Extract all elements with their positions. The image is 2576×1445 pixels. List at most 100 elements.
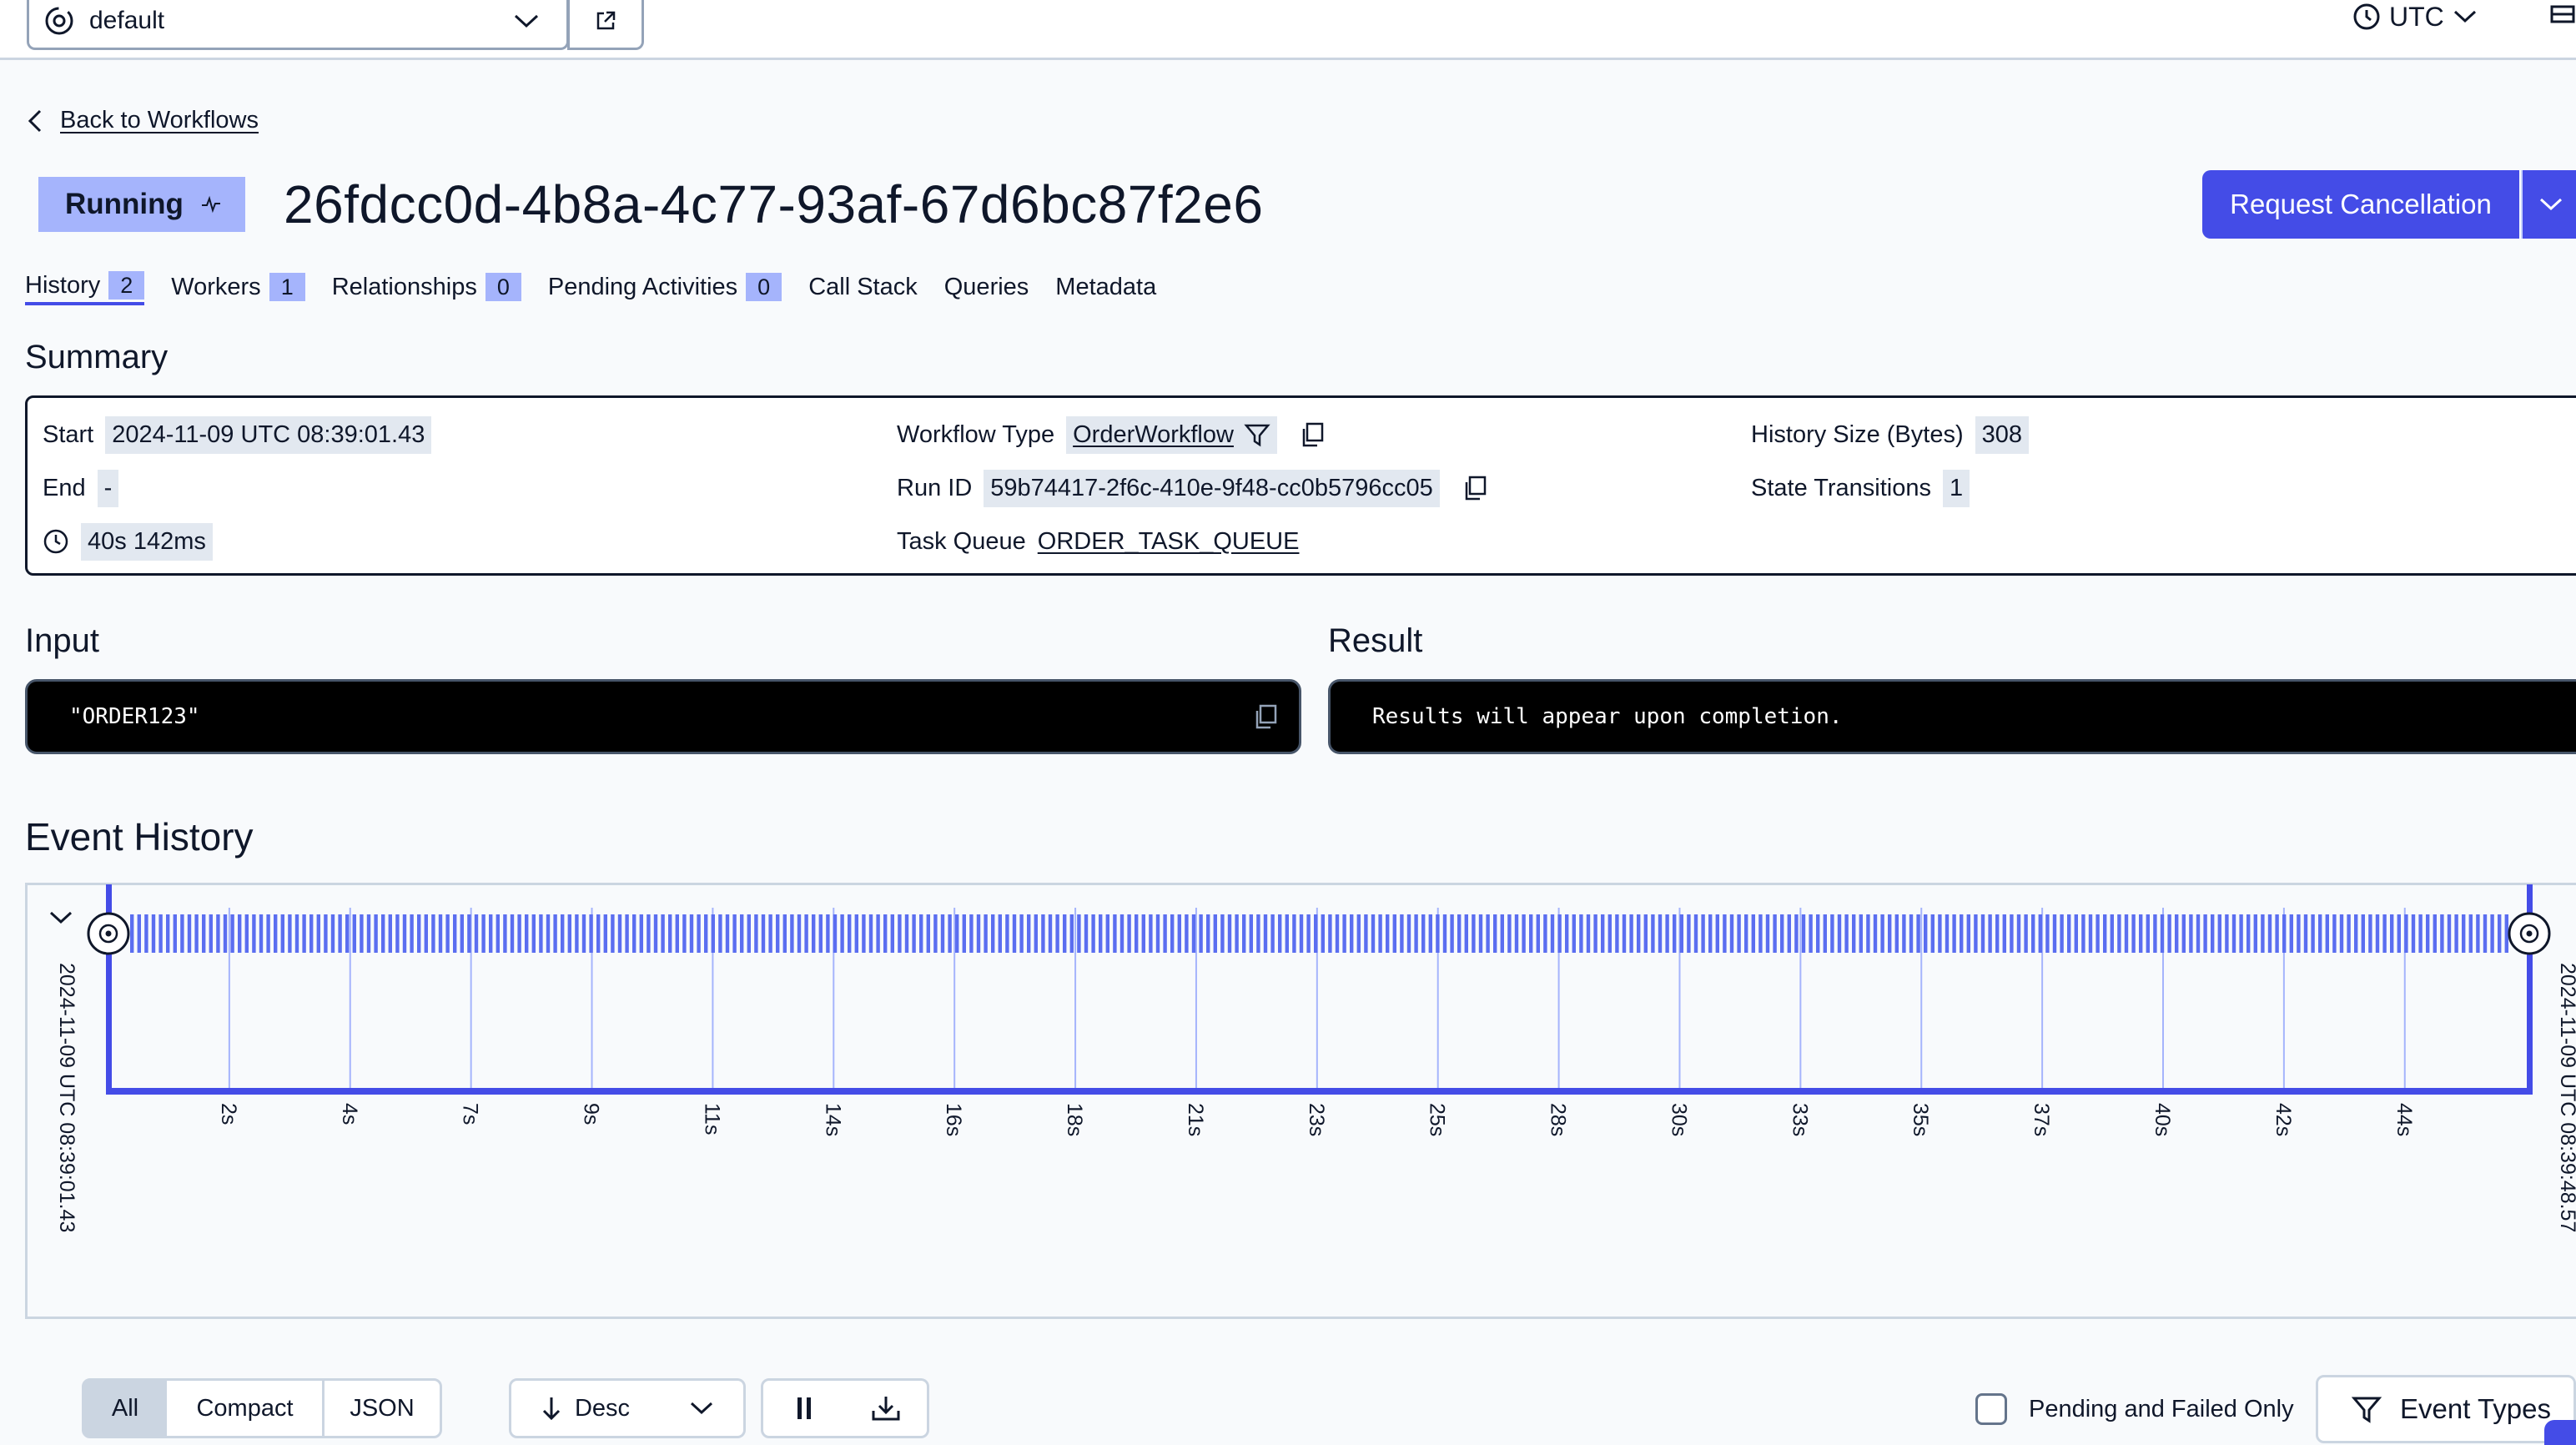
download-button[interactable] [844,1378,929,1438]
timeline-event-bar [1012,914,1017,953]
timeline-event-bar [933,914,938,953]
task-queue-link[interactable]: ORDER_TASK_QUEUE [1038,528,1300,556]
request-cancellation-button[interactable]: Request Cancellation [2202,170,2519,239]
timeline-event-bar [1529,914,1533,953]
sort-order-button[interactable]: Desc [509,1378,662,1438]
history-size-label: History Size (Bytes) [1751,420,1964,448]
event-types-button[interactable]: Event Types [2316,1375,2576,1443]
timeline-event-bar [1873,914,1878,953]
tab-metadata[interactable]: Metadata [1055,269,1156,305]
timeline-event-bar [330,914,335,953]
view-all-button[interactable]: All [82,1378,169,1438]
tab-queries[interactable]: Queries [944,269,1029,305]
timeline-event-bar [1350,914,1354,953]
tab-count-badge: 1 [269,273,305,301]
workflow-type-value[interactable]: OrderWorkflow [1073,421,1234,449]
timeline-event-bar [1328,914,1332,953]
back-to-workflows-link[interactable]: Back to Workflows [27,107,259,134]
timeline-event-bar [718,914,722,953]
layout-icon[interactable] [2549,2,2576,28]
timeline-event-bar [1299,914,1304,953]
view-compact-button[interactable]: Compact [167,1378,325,1438]
pending-failed-checkbox[interactable] [1975,1393,2007,1425]
filter-icon[interactable] [1244,421,1270,448]
timeline-event-bar [1127,914,1131,953]
timeline-event-bar [1780,914,1784,953]
timeline-event-bar [1557,914,1562,953]
timeline-event-bar [2476,914,2480,953]
timeline-event-bar [1894,914,1899,953]
timeline-event-bar [1687,914,1691,953]
task-queue-field: Task Queue ORDER_TASK_QUEUE [897,521,1299,561]
timeline-event-bar [194,914,199,953]
timeline-event-bar [417,914,421,953]
timeline-event-bar [2131,914,2136,953]
timeline-tick-label: 18s [1063,1103,1086,1136]
timeline-event-bar [2504,914,2508,953]
timeline-event-bar [804,914,808,953]
timeline-event-bar [2440,914,2444,953]
timeline-event-bar [596,914,601,953]
timeline-event-bar [2246,914,2251,953]
timeline-event-bar [1758,914,1763,953]
input-code-block: "ORDER123" [25,679,1301,754]
workflow-type-filter[interactable]: OrderWorkflow [1066,415,1277,454]
timeline-divider [25,1317,2576,1319]
tab-call-stack[interactable]: Call Stack [808,269,918,305]
sort-options-button[interactable] [659,1378,746,1438]
timeline-event-bar [2498,914,2502,953]
timeline-event-bar [1830,914,1834,953]
pause-button[interactable] [761,1378,848,1438]
timeline-event-bar [180,914,184,953]
timeline-event-bar [1321,914,1325,953]
run-id-field: Run ID 59b74417-2f6c-410e-9f48-cc0b5796c… [897,468,1488,508]
timeline-event-bar [883,914,888,953]
copy-icon[interactable] [1462,475,1488,501]
view-json-button[interactable]: JSON [322,1378,442,1438]
timezone-select[interactable]: UTC [2352,0,2478,33]
run-id-value: 59b74417-2f6c-410e-9f48-cc0b5796cc05 [984,469,1440,507]
tab-workers[interactable]: Workers 1 [171,269,305,305]
tab-pending-activities[interactable]: Pending Activities 0 [548,269,782,305]
tab-count-badge: 0 [746,273,782,301]
timeline-event-bar [1909,914,1914,953]
timeline-event-bar [1356,914,1361,953]
more-actions-button[interactable] [2521,170,2576,239]
open-external-button[interactable] [567,0,644,50]
result-value: Results will appear upon completion. [1372,704,1843,729]
timeline-event-bar [955,914,959,953]
timeline-event-bar [926,914,930,953]
timeline-event-bar [517,914,521,953]
timeline-event-bar [848,914,852,953]
timeline-event-bar [324,914,328,953]
timeline-event-bar [1902,914,1906,953]
tab-relationships[interactable]: Relationships 0 [332,269,521,305]
timeline-event-bar [302,914,306,953]
timeline-event-bar [2088,914,2093,953]
timeline-event-bar [2096,914,2100,953]
timeline-event-bar [280,914,284,953]
help-button[interactable] [2544,1420,2576,1445]
timeline-event-bar [1041,914,1045,953]
timeline-tick-label: 37s [2030,1103,2053,1136]
tab-history[interactable]: History 2 [25,269,145,305]
namespace-select[interactable]: default [27,0,569,50]
timeline-event-bar [2081,914,2085,953]
timeline-event-bar [1693,914,1698,953]
timeline-event-bar [1723,914,1727,953]
timeline-event-bar [1220,914,1225,953]
timeline-tick-label: 35s [1909,1103,1932,1136]
copy-icon[interactable] [1299,421,1326,448]
state-transitions-value: 1 [1943,469,1970,507]
start-label: Start [43,420,94,448]
timeline-event-bar [2354,914,2358,953]
timeline-event-bar [704,914,708,953]
timeline-event-bar [2016,914,2021,953]
timeline-event-bar [2052,914,2057,953]
timeline-event-bar [1744,914,1748,953]
timeline-event-bar [575,914,579,953]
timeline-event-bar [345,914,350,953]
copy-icon[interactable] [1252,703,1279,730]
timeline-event-bar [2103,914,2107,953]
state-transitions-label: State Transitions [1751,474,1931,501]
